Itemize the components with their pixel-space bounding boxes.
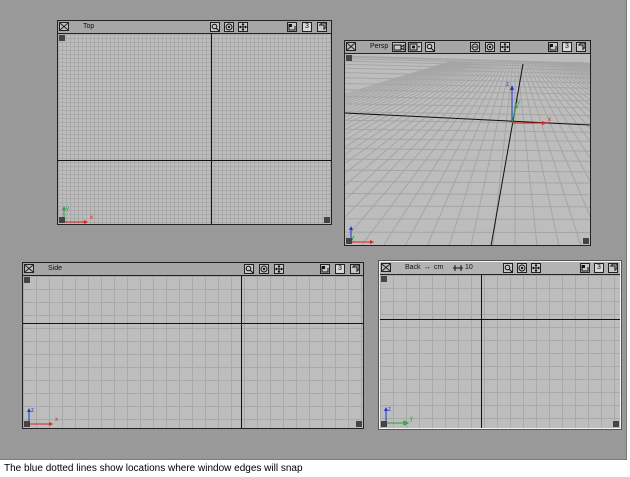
axis-indicator: z y: [384, 407, 413, 426]
titlebar[interactable]: Persp 3: [345, 41, 590, 54]
close-icon[interactable]: [346, 42, 356, 51]
close-icon[interactable]: [59, 22, 69, 31]
pan-icon[interactable]: [238, 22, 248, 32]
axis-label-y: y: [66, 206, 69, 212]
viewport-back[interactable]: Back ↔ cm 10 3 z y: [379, 261, 621, 429]
corner-handle-br[interactable]: [356, 421, 362, 427]
grid-axis-vertical: [481, 275, 482, 428]
zoom-icon[interactable]: [244, 264, 254, 274]
titlebar[interactable]: Back ↔ cm 10 3: [380, 262, 620, 275]
axis-label-z: z: [31, 408, 34, 414]
corner-handle-br[interactable]: [583, 238, 589, 244]
zoom-icon[interactable]: [210, 22, 220, 32]
caption: The blue dotted lines show locations whe…: [4, 463, 303, 474]
persp-grid-line: [345, 138, 590, 142]
dolly-icon[interactable]: [517, 263, 527, 273]
grid-axis-horizontal: [380, 319, 620, 320]
camera-icon[interactable]: [392, 42, 406, 52]
tumble-icon[interactable]: [470, 42, 480, 52]
titlebar[interactable]: Top 3: [58, 21, 331, 34]
axis-label-x: x: [55, 417, 58, 423]
viewport-top[interactable]: Top 3 y x: [57, 20, 332, 225]
viewport-side[interactable]: Side 3 z x: [22, 262, 364, 429]
pan-icon[interactable]: [500, 42, 510, 52]
corner-handle-bl[interactable]: [346, 238, 352, 244]
grid-axis-vertical: [241, 276, 242, 428]
grid-spacing-icon[interactable]: [452, 264, 464, 272]
layout-icon[interactable]: [317, 22, 327, 32]
grid-canvas[interactable]: z y: [380, 275, 620, 428]
workspace: Top 3 y x Persp 3 z y x Side 3 z x Back …: [0, 0, 627, 460]
maximize-icon[interactable]: [580, 263, 590, 273]
corner-handle-tl[interactable]: [59, 35, 65, 41]
maximize-icon[interactable]: [320, 264, 330, 274]
corner-handle-bl[interactable]: [381, 421, 387, 427]
viewport-title: Side: [48, 265, 63, 272]
viewport-persp[interactable]: Persp 3 z y x: [344, 40, 591, 246]
maximize-icon[interactable]: [287, 22, 297, 32]
corner-handle-bl[interactable]: [59, 217, 65, 223]
camera-select-icon[interactable]: [408, 42, 422, 52]
grid-axis-horizontal: [23, 323, 363, 324]
persp-grid-line: [345, 61, 463, 108]
axis-label-z: z: [388, 407, 391, 413]
axis-label-y: y: [517, 100, 520, 106]
layout-icon[interactable]: [608, 263, 618, 273]
grid-canvas[interactable]: z y x: [345, 54, 590, 245]
layout-icon[interactable]: [576, 42, 586, 52]
dolly-icon[interactable]: [224, 22, 234, 32]
persp-grid-line: [345, 193, 590, 196]
axis-indicator: z x: [27, 408, 58, 426]
units-arrow-icon: ↔: [424, 264, 431, 271]
axis-label-x: x: [90, 215, 93, 221]
corner-handle-tl[interactable]: [24, 277, 30, 283]
grid-canvas[interactable]: z x: [23, 276, 363, 428]
viewport-title: Top: [83, 23, 95, 30]
corner-handle-br[interactable]: [324, 217, 330, 223]
persp-grid-line: [345, 169, 590, 173]
layout-number[interactable]: 3: [594, 263, 604, 273]
corner-handle-tl[interactable]: [346, 55, 352, 61]
grid-canvas[interactable]: y x: [58, 34, 331, 224]
layout-number[interactable]: 3: [562, 42, 572, 52]
close-icon[interactable]: [24, 264, 34, 273]
grid-axis-vertical: [211, 34, 212, 224]
viewport-title: Persp: [370, 43, 389, 50]
grid-spacing-value: 10: [465, 264, 473, 271]
dolly-icon[interactable]: [485, 42, 495, 52]
layout-number[interactable]: 3: [335, 264, 345, 274]
axis-label-x: x: [548, 117, 551, 123]
layout-icon[interactable]: [350, 264, 360, 274]
layout-number[interactable]: 3: [302, 22, 312, 32]
persp-grid-line: [345, 181, 590, 184]
pan-icon[interactable]: [274, 264, 284, 274]
axis-label-y: y: [410, 416, 413, 422]
axis-gizmo: z y x: [506, 82, 551, 125]
axis-indicator: y x: [62, 206, 93, 224]
corner-handle-tl[interactable]: [381, 276, 387, 282]
units-label: cm: [434, 264, 444, 271]
persp-grid-line: [404, 61, 505, 245]
dolly-icon[interactable]: [259, 264, 269, 274]
viewport-title: Back: [405, 264, 421, 271]
pan-icon[interactable]: [531, 263, 541, 273]
corner-handle-bl[interactable]: [24, 421, 30, 427]
axis-label-z: z: [506, 82, 509, 88]
maximize-icon[interactable]: [548, 42, 558, 52]
zoom-icon[interactable]: [503, 263, 513, 273]
persp-grid-line: [345, 205, 590, 208]
close-icon[interactable]: [381, 263, 391, 272]
grid-axis-horizontal: [58, 160, 331, 161]
persp-grid-line: [578, 61, 590, 67]
zoom-icon[interactable]: [425, 42, 435, 52]
titlebar[interactable]: Side 3: [23, 263, 363, 276]
axis-indicator: [349, 226, 374, 244]
persp-grid-line: [426, 61, 507, 245]
corner-handle-br[interactable]: [613, 421, 619, 427]
